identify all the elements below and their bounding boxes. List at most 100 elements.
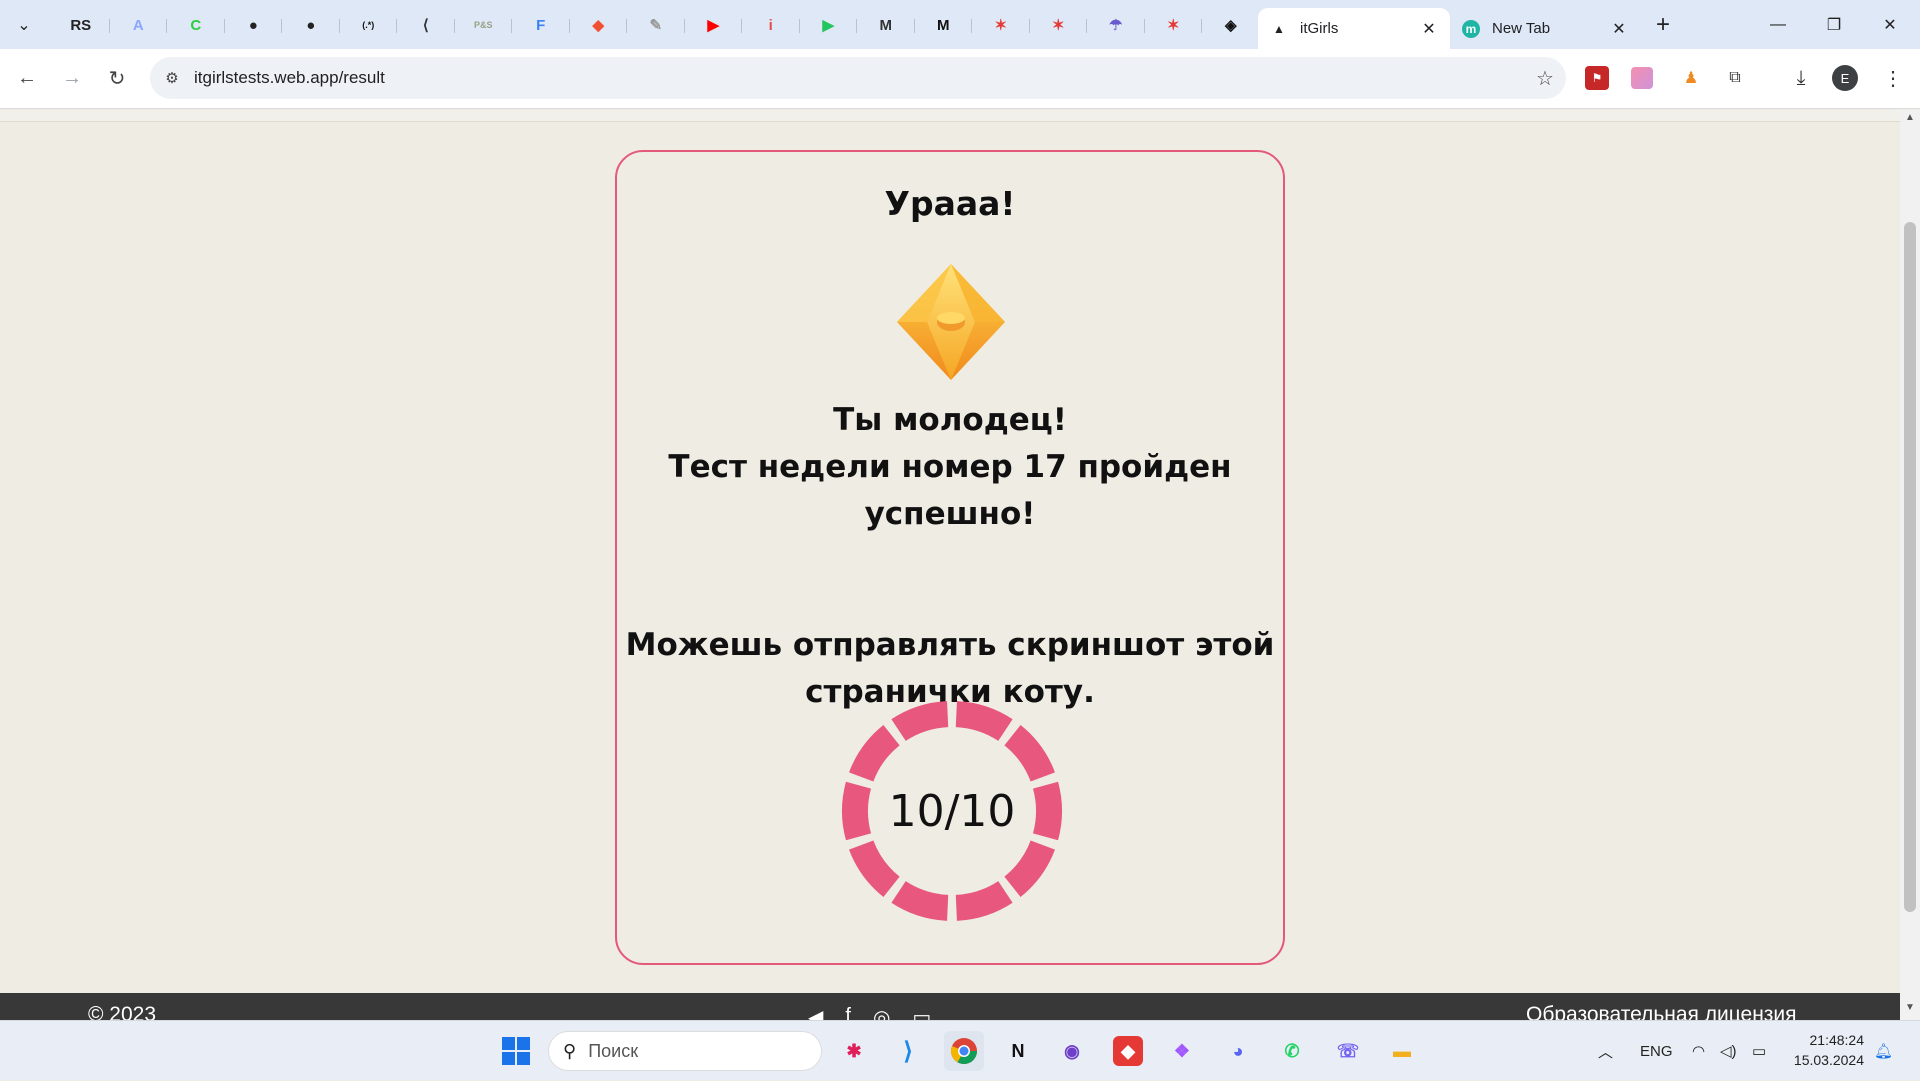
scrollbar-thumb[interactable] (1904, 222, 1916, 912)
pinned-tab[interactable]: ▶ (685, 7, 743, 43)
pinned-tab[interactable]: (.*) (340, 7, 398, 43)
discord-icon[interactable]: ◕ (1218, 1031, 1258, 1071)
viber-icon[interactable]: ☏ (1328, 1031, 1368, 1071)
crystal-icon (897, 264, 1005, 380)
volume-icon[interactable]: ◁) (1720, 1021, 1737, 1081)
whatsapp-icon[interactable]: ✆ (1272, 1031, 1312, 1071)
footer-license-link[interactable]: Образовательная лицензия (1526, 1003, 1797, 1020)
pinned-tabs: RS A C ● ● (.*) ⟨ P&S F ◆ ✎ ▶ i ▶ M M ✶ ✶ ☂ ✶ ◈ (52, 7, 1260, 43)
score-ring: 10/10 (840, 699, 1064, 923)
pinned-tab[interactable]: C (167, 7, 225, 43)
file-explorer-icon[interactable]: ▬ (1382, 1031, 1422, 1071)
battery-icon[interactable]: ▭ (1752, 1021, 1766, 1081)
figma-icon[interactable]: ❖ (1162, 1031, 1202, 1071)
a-icon: A (132, 16, 144, 34)
figure-icon: ✶ (994, 17, 1008, 34)
slack-icon[interactable]: ✱ (834, 1031, 874, 1071)
ps-icon: P&S (473, 20, 493, 30)
tab-itgirls[interactable]: ▲ itGirls ✕ (1258, 8, 1450, 49)
pinned-tab[interactable]: ✎ (627, 7, 685, 43)
taskbar-clock[interactable]: 21:48:24 15.03.2024 (1792, 1030, 1864, 1070)
reload-icon[interactable]: ↻ (100, 61, 134, 95)
tab-search-dropdown-icon[interactable]: ⌄ (11, 12, 37, 38)
vscode-icon[interactable]: ⟩ (888, 1031, 928, 1071)
windows-start-icon[interactable] (496, 1031, 536, 1071)
pinned-tab[interactable]: ✶ (972, 7, 1030, 43)
site-footer: © 2023 ◀ f ◎ ▭ Образовательная лицензия (0, 993, 1900, 1020)
minimize-icon[interactable]: — (1750, 0, 1806, 49)
close-window-icon[interactable]: ✕ (1862, 0, 1918, 49)
profile-avatar[interactable]: E (1832, 65, 1858, 91)
success-message: Ты молодец! Тест недели номер 17 пройден… (617, 397, 1283, 538)
pinned-tab[interactable]: ☂ (1087, 7, 1145, 43)
restore-icon[interactable]: ❐ (1806, 0, 1862, 49)
play-icon: ▶ (822, 17, 835, 34)
telegram-icon[interactable]: ◀ (808, 1005, 823, 1020)
anydesk-icon[interactable]: ◆ (1113, 1036, 1143, 1066)
m-favicon-icon: m (1462, 19, 1480, 38)
tab-title: New Tab (1492, 20, 1551, 37)
pinned-tab[interactable]: RS (52, 7, 110, 43)
new-tab-icon[interactable]: + (1650, 11, 1676, 38)
tab-close-icon[interactable]: ✕ (1420, 20, 1438, 38)
notification-bell-icon[interactable]: 🔔︎ (1874, 1021, 1893, 1081)
taskbar-search[interactable]: ⚲ Поиск (548, 1031, 822, 1071)
pinned-tab[interactable]: ◈ (1202, 7, 1260, 43)
search-icon: ⚲ (563, 1040, 577, 1061)
wifi-icon[interactable]: ◠ (1692, 1021, 1705, 1081)
codepen-icon: ◈ (1224, 17, 1237, 34)
social-links: ◀ f ◎ ▭ (808, 1005, 931, 1020)
url-text[interactable]: itgirlstests.web.app/result (194, 68, 1524, 88)
bookmark-star-icon[interactable]: ☆ (1524, 66, 1566, 91)
download-icon[interactable]: ⤓ (1786, 63, 1816, 93)
github-desktop-icon[interactable]: ◉ (1052, 1031, 1092, 1071)
pinned-tab[interactable]: ◆ (570, 7, 628, 43)
forward-icon[interactable]: → (55, 61, 89, 95)
chess-extension-icon[interactable]: ♟ (1676, 63, 1706, 93)
footer-copyright: © 2023 (88, 1003, 157, 1020)
scroll-down-icon[interactable]: ▼ (1900, 1002, 1920, 1020)
pinned-tab[interactable]: ⟨ (397, 7, 455, 43)
search-placeholder: Поиск (588, 1040, 639, 1061)
back-icon[interactable]: ← (10, 61, 44, 95)
tray-overflow-icon[interactable]: ︿ (1598, 1021, 1613, 1081)
tab-new-tab[interactable]: m New Tab ✕ (1450, 8, 1640, 49)
pdf-extension-icon[interactable]: ⚑ (1585, 66, 1609, 90)
m-outline-icon: M (879, 16, 893, 34)
pinned-tab[interactable]: M (915, 7, 973, 43)
chrome-icon[interactable] (944, 1031, 984, 1071)
instagram-icon[interactable]: ◎ (873, 1005, 890, 1020)
gradient-extension-icon[interactable] (1631, 67, 1653, 89)
pinned-tab[interactable]: M (857, 7, 915, 43)
more-menu-icon[interactable]: ⋮ (1878, 63, 1908, 93)
git-icon: ◆ (592, 17, 605, 34)
extensions-puzzle-icon[interactable]: ⧉ (1720, 63, 1750, 93)
page-scrollbar[interactable]: ▲ ▼ (1900, 110, 1920, 1020)
info-icon: i (768, 16, 773, 34)
figure-icon: ✶ (1166, 17, 1180, 34)
pinned-tab[interactable]: ▶ (800, 7, 858, 43)
address-bar[interactable]: ⚙ itgirlstests.web.app/result ☆ (150, 57, 1566, 99)
pinned-tab[interactable]: ✶ (1145, 7, 1203, 43)
pinned-tab[interactable]: A (110, 7, 168, 43)
pinned-tab[interactable]: F (512, 7, 570, 43)
pinned-tab[interactable]: ● (225, 7, 283, 43)
page-content: Урааа! Ты молодец! Тест недели номер 17 … (0, 110, 1900, 1020)
bookmark-icon: ✎ (649, 17, 663, 34)
regex-icon: (.*) (362, 20, 375, 30)
pinned-tab[interactable]: P&S (455, 7, 513, 43)
rs-icon: RS (70, 16, 92, 34)
pinned-tab[interactable]: ✶ (1030, 7, 1088, 43)
site-info-icon[interactable]: ⚙ (150, 69, 194, 87)
language-indicator[interactable]: ENG (1640, 1021, 1673, 1081)
figure-icon: ✶ (1051, 17, 1065, 34)
youtube-icon[interactable]: ▭ (912, 1005, 931, 1020)
youtube-icon: ▶ (707, 17, 720, 34)
scroll-up-icon[interactable]: ▲ (1900, 112, 1920, 130)
facebook-icon[interactable]: f (845, 1005, 851, 1020)
pinned-tab[interactable]: ● (282, 7, 340, 43)
pinned-tab[interactable]: i (742, 7, 800, 43)
tab-close-icon[interactable]: ✕ (1610, 20, 1628, 38)
notion-icon[interactable]: N (998, 1031, 1038, 1071)
score-text: 10/10 (888, 785, 1016, 837)
